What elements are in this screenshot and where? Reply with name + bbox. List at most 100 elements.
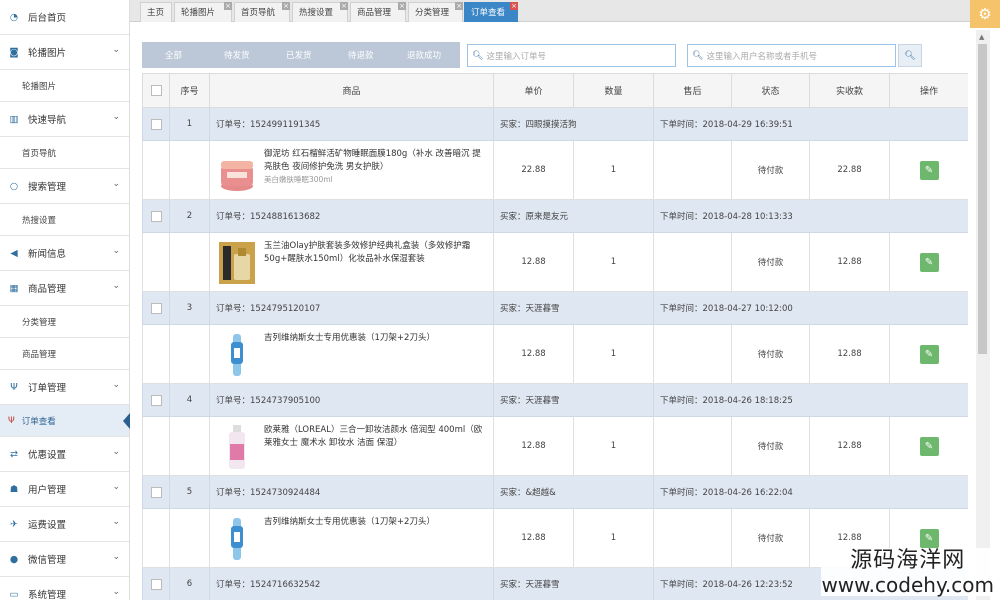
order-index: 6 — [169, 567, 210, 600]
order-checkbox[interactable] — [150, 578, 162, 590]
tab-5[interactable]: 商品管理 × — [350, 2, 406, 22]
edit-button[interactable]: ✎ — [919, 252, 939, 272]
edit-button[interactable]: ✎ — [919, 528, 939, 548]
product-thumbnail[interactable] — [218, 424, 256, 470]
buyer-name: 买家：原来是友元 — [493, 199, 654, 233]
select-cell — [142, 199, 170, 233]
sidebar-subitem[interactable]: Ψ 订单查看 — [0, 405, 130, 437]
sidebar-item[interactable]: ◙ 轮播图片 ⌄ — [0, 35, 129, 70]
sidebar-item[interactable]: ○ 搜索管理 ⌄ — [0, 169, 129, 204]
gift-icon: ▦ — [9, 282, 19, 294]
product-thumbnail[interactable] — [218, 332, 256, 378]
product-name[interactable]: 玉兰油Olay护肤套装多效修护经典礼盒装（多效修护霜50g+醒肤水150ml）化… — [264, 240, 489, 266]
product-name[interactable]: 欧莱雅（LOREAL）三合一卸妆洁颜水 倍润型 400ml（欧莱雅女士 魔术水 … — [264, 424, 489, 450]
orders-table-container: 序号 商品 单价 数量 售后 状态 实收款 操作 1 订单号：1524991191… — [142, 73, 968, 600]
tab-2[interactable]: 轮播图片 × — [174, 2, 232, 22]
sidebar-subitem[interactable]: 首页导航 — [0, 137, 129, 169]
close-icon[interactable]: × — [282, 2, 290, 10]
tab-6[interactable]: 分类管理 × — [408, 2, 463, 22]
sidebar-item[interactable]: ● 微信管理 ⌄ — [0, 542, 129, 577]
edit-button[interactable]: ✎ — [919, 160, 939, 180]
product-text: 吉列维纳斯女士专用优惠装（1刀架+2刀头） — [264, 332, 435, 345]
user-search-input[interactable]: 🔍︎ 这里输入用户名称或者手机号 — [687, 44, 896, 67]
search-icon: 🔍︎ — [904, 50, 916, 61]
order-index: 4 — [169, 383, 210, 417]
product-name[interactable]: 吉列维纳斯女士专用优惠装（1刀架+2刀头） — [264, 516, 435, 529]
header-action: 操作 — [889, 73, 968, 108]
tab-label: 订单查看 — [471, 8, 506, 18]
sidebar-subitem-label: 首页导航 — [22, 148, 57, 159]
sidebar-item[interactable]: ▦ 商品管理 ⌄ — [0, 271, 129, 306]
status-filter-button[interactable]: 退款成功 — [407, 49, 441, 61]
product-name[interactable]: 御泥坊 红石榴鲜活矿物睡眠面膜180g（补水 改善暗沉 提亮肤色 夜间修护免洗 … — [264, 148, 489, 174]
sidebar-subitem[interactable]: 商品管理 — [0, 338, 129, 370]
order-checkbox[interactable] — [150, 210, 162, 222]
sidebar-subitem[interactable]: 热搜设置 — [0, 204, 129, 236]
sidebar-subitem[interactable]: 分类管理 — [0, 306, 129, 338]
sidebar-item[interactable]: ✈ 运费设置 ⌄ — [0, 507, 129, 542]
sidebar-item[interactable]: ◔ 后台首页 — [0, 0, 129, 35]
product-thumbnail[interactable] — [218, 148, 256, 194]
sidebar-subitem[interactable]: 轮播图片 — [0, 70, 129, 102]
close-icon[interactable]: × — [455, 2, 463, 10]
order-checkbox[interactable] — [150, 486, 162, 498]
product-name[interactable]: 吉列维纳斯女士专用优惠装（1刀架+2刀头） — [264, 332, 435, 345]
users-icon: ☗ — [9, 483, 19, 495]
tab-3[interactable]: 首页导航 × — [234, 2, 290, 22]
sidebar-item[interactable]: ▥ 快速导航 ⌄ — [0, 102, 129, 137]
page-scrollbar[interactable]: ▲ — [976, 30, 990, 600]
order-product-row: 欧莱雅（LOREAL）三合一卸妆洁颜水 倍润型 400ml（欧莱雅女士 魔术水 … — [142, 416, 968, 476]
select-cell — [142, 383, 170, 417]
sidebar-item[interactable]: ☗ 用户管理 ⌄ — [0, 472, 129, 507]
exchange-icon: ⇄ — [10, 448, 18, 460]
edit-button[interactable]: ✎ — [919, 436, 939, 456]
tab-label: 轮播图片 — [181, 8, 216, 18]
product-text: 玉兰油Olay护肤套装多效修护经典礼盒装（多效修护霜50g+醒肤水150ml）化… — [264, 240, 489, 266]
status-filter-button[interactable]: 全部 — [165, 49, 182, 61]
close-icon[interactable]: × — [340, 2, 348, 10]
product-thumbnail[interactable] — [218, 516, 256, 562]
scrollbar-thumb[interactable] — [978, 44, 987, 354]
tab-1[interactable]: 主页 — [140, 2, 172, 22]
buyer-name: 买家：四眼摸摸活狗 — [493, 107, 654, 141]
order-checkbox[interactable] — [150, 118, 162, 130]
product-info: 玉兰油Olay护肤套装多效修护经典礼盒装（多效修护霜50g+醒肤水150ml）化… — [210, 234, 493, 290]
tab-4[interactable]: 热搜设置 × — [292, 2, 348, 22]
product-cell: 吉列维纳斯女士专用优惠装（1刀架+2刀头） — [209, 508, 494, 568]
table-header-row: 序号 商品 单价 数量 售后 状态 实收款 操作 — [142, 73, 968, 108]
sidebar-item[interactable]: ⇄ 优惠设置 ⌄ — [0, 437, 129, 472]
sidebar-item-label: 微信管理 — [28, 555, 67, 566]
product-thumbnail[interactable] — [218, 240, 256, 286]
product-info: 吉列维纳斯女士专用优惠装（1刀架+2刀头） — [210, 326, 493, 382]
search-button[interactable]: 🔍︎ — [898, 44, 922, 67]
unit-price: 12.88 — [493, 232, 574, 292]
status-filter-button[interactable]: 待退款 — [348, 49, 374, 61]
user-search-placeholder: 这里输入用户名称或者手机号 — [706, 51, 817, 62]
header-price: 单价 — [493, 73, 574, 108]
select-all-checkbox[interactable] — [150, 85, 162, 96]
order-checkbox[interactable] — [150, 302, 162, 314]
unit-price: 12.88 — [493, 416, 574, 476]
sidebar-item[interactable]: ▭ 系统管理 ⌄ — [0, 577, 129, 600]
close-icon[interactable]: × — [510, 2, 518, 10]
tab-7[interactable]: 订单查看 × — [464, 2, 518, 22]
product-cell: 御泥坊 红石榴鲜活矿物睡眠面膜180g（补水 改善暗沉 提亮肤色 夜间修护免洗 … — [209, 140, 494, 200]
scroll-up-icon[interactable]: ▲ — [979, 33, 984, 41]
chevron-down-icon: ⌄ — [112, 517, 120, 527]
status-filter-button[interactable]: 已发货 — [286, 49, 312, 61]
product-text: 欧莱雅（LOREAL）三合一卸妆洁颜水 倍润型 400ml（欧莱雅女士 魔术水 … — [264, 424, 489, 450]
order-checkbox[interactable] — [150, 394, 162, 406]
order-search-input[interactable]: 🔍︎ 这里输入订单号 — [467, 44, 676, 67]
settings-gear-button[interactable]: ⚙ — [970, 0, 1000, 28]
chevron-down-icon: ⌄ — [112, 45, 120, 55]
aftersale-cell — [653, 140, 732, 200]
sidebar-item[interactable]: ◀ 新闻信息 ⌄ — [0, 236, 129, 271]
status-filter-button[interactable]: 待发货 — [224, 49, 250, 61]
edit-button[interactable]: ✎ — [919, 344, 939, 364]
sidebar-subitem-label: 商品管理 — [22, 349, 57, 360]
sidebar-item[interactable]: Ψ 订单管理 ⌄ — [0, 370, 129, 405]
close-icon[interactable]: × — [224, 2, 232, 10]
monitor-icon: ▭ — [9, 588, 19, 600]
paid-amount: 12.88 — [809, 232, 890, 292]
close-icon[interactable]: × — [398, 2, 406, 10]
